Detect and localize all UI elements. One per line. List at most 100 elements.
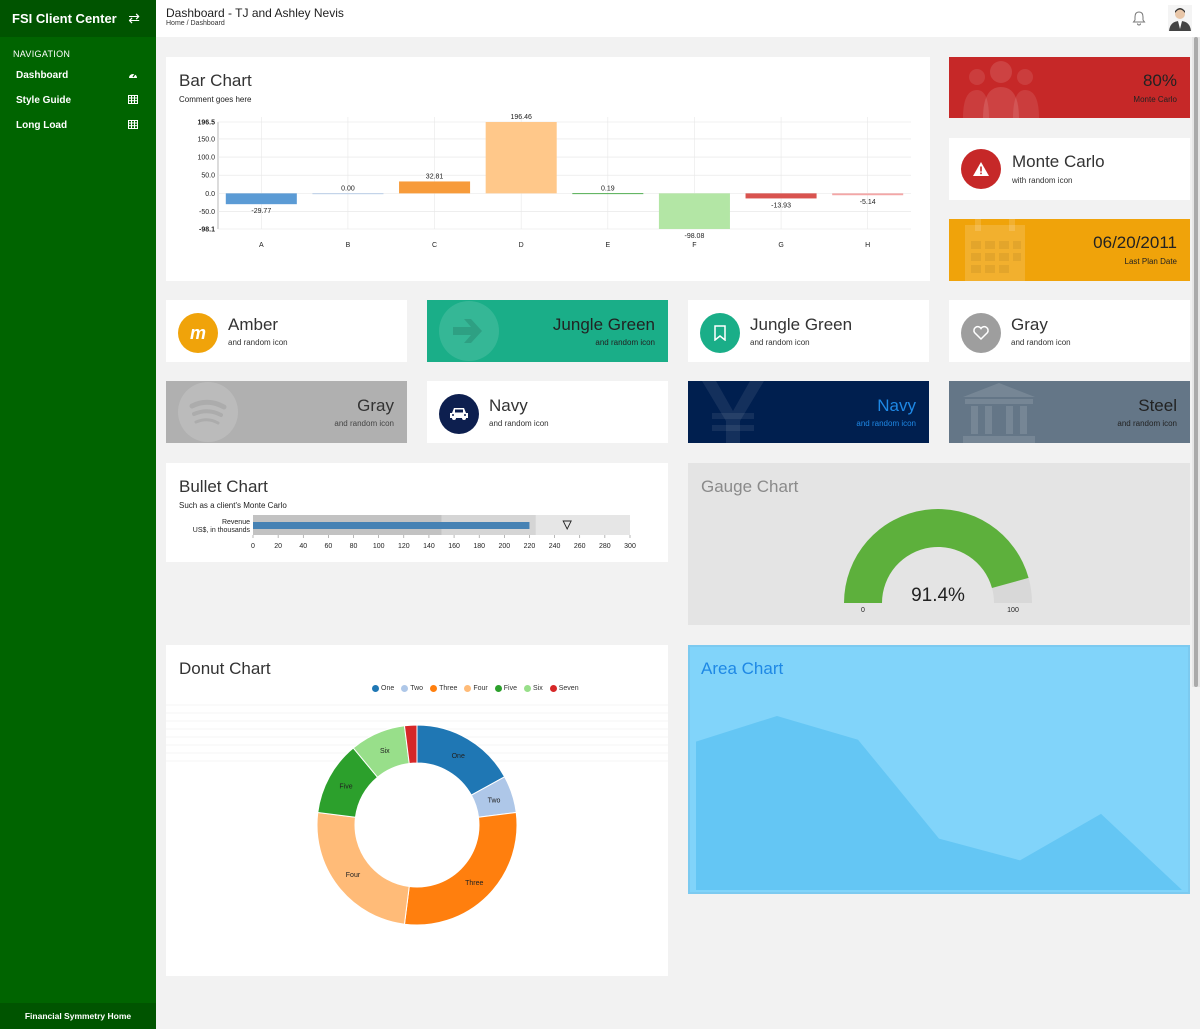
gauge-min-label: 0 — [861, 607, 865, 614]
gray-tile[interactable]: Gray and random icon — [949, 300, 1190, 362]
bar-value-label: 32.81 — [426, 173, 444, 180]
sidebar-item-label: Style Guide — [16, 95, 72, 106]
area-chart — [696, 715, 1182, 890]
tile-subtitle: and random icon — [595, 338, 655, 347]
gray-tile-2[interactable]: Gray and random icon — [166, 381, 407, 443]
bar-G — [745, 193, 817, 199]
avatar[interactable] — [1168, 5, 1192, 31]
bar-value-label: -5.14 — [860, 199, 876, 206]
monte-carlo-percent-tile[interactable]: 80% Monte Carlo — [949, 57, 1190, 118]
donut-chart-card: Donut Chart One Two Three Four Five Six Seven … — [166, 645, 668, 976]
tile-title: Monte Carlo — [1012, 152, 1105, 171]
tile-subtitle: and random icon — [334, 419, 394, 428]
donut-chart: One Two Three Four Five Six — [166, 704, 668, 926]
tile-title: Gray — [357, 396, 394, 415]
swap-icon[interactable]: ⇄ — [128, 10, 140, 27]
bullet-tick-label: 40 — [299, 543, 307, 550]
amber-tile[interactable]: m Amber and random icon — [166, 300, 407, 362]
last-plan-date-tile[interactable]: 06/20/2011 Last Plan Date — [949, 219, 1190, 281]
area-series — [696, 715, 1182, 890]
bar-E — [572, 193, 644, 195]
scrollbar[interactable] — [1192, 37, 1200, 687]
donut-slice-label: Four — [346, 872, 361, 879]
bullet-tick-label: 140 — [423, 543, 435, 550]
sidebar-item-long-load[interactable]: Long Load — [0, 113, 156, 138]
y-tick-label: 150.0 — [197, 136, 215, 143]
bullet-sublabel: US$, in thousands — [193, 527, 251, 534]
footer-link[interactable]: Financial Symmetry Home — [0, 1003, 156, 1029]
tile-title: Navy — [489, 396, 528, 415]
warning-icon — [961, 149, 1001, 189]
y-tick-label: 50.0 — [201, 173, 215, 180]
bullet-tick-label: 120 — [398, 543, 410, 550]
bar-chart-card: Bar Chart Comment goes here 196.5 150.0 10… — [166, 57, 930, 281]
nav-label: NAVIGATION — [13, 49, 71, 59]
bullet-tick-label: 160 — [448, 543, 460, 550]
bar-D — [485, 122, 557, 194]
x-tick-label: F — [692, 242, 696, 249]
users-icon — [963, 61, 1039, 118]
bullet-tick-label: 240 — [549, 543, 561, 550]
x-tick-label: G — [778, 242, 783, 249]
tile-title: Jungle Green — [750, 315, 853, 334]
bell-icon[interactable] — [1132, 10, 1146, 26]
m-logo-icon: m — [178, 313, 218, 353]
breadcrumb[interactable]: Home / Dashboard — [166, 20, 225, 27]
x-tick-label: B — [346, 242, 351, 249]
ruble-icon — [702, 381, 764, 443]
sidebar-item-label: Dashboard — [16, 70, 69, 81]
bullet-measure — [253, 522, 530, 529]
tile-title: Gray — [1011, 315, 1048, 334]
tile-title: Jungle Green — [552, 315, 655, 334]
bullet-tick-label: 20 — [274, 543, 282, 550]
bullet-tick-label: 80 — [350, 543, 358, 550]
donut-slice-label: Six — [380, 748, 390, 755]
tile-title: Steel — [1138, 396, 1177, 415]
app-title[interactable]: FSI Client Center — [12, 11, 117, 26]
topbar: Dashboard - TJ and Ashley Nevis Home / D… — [156, 0, 1200, 37]
arrow-right-icon — [439, 301, 499, 361]
y-tick-label: 100.0 — [197, 155, 215, 162]
donut-slice-label: One — [452, 753, 465, 760]
y-tick-label: -98.1 — [199, 227, 215, 234]
tile-subtitle: and random icon — [228, 338, 288, 347]
donut-slice-four — [316, 811, 410, 925]
jungle-green-tile[interactable]: Jungle Green and random icon — [427, 300, 668, 362]
monte-carlo-tile[interactable]: Monte Carlo with random icon — [949, 138, 1190, 200]
calendar-icon — [965, 219, 1025, 281]
bullet-chart: RevenueUS$, in thousands 0 20 40 60 80 100 120 1… — [193, 515, 636, 550]
tile-value: 80% — [1142, 71, 1177, 90]
sidebar-item-label: Long Load — [16, 120, 68, 131]
bar-value-label: 0.19 — [601, 185, 615, 192]
bar-F — [658, 193, 730, 229]
tile-title: Amber — [228, 315, 279, 334]
donut-slice-three — [403, 811, 518, 926]
bar-value-label: 0.00 — [341, 185, 355, 192]
sidebar-item-style-guide[interactable]: Style Guide — [0, 88, 156, 113]
bullet-tick-label: 280 — [599, 543, 611, 550]
bullet-tick-label: 180 — [473, 543, 485, 550]
sidebar-header: FSI Client Center ⇄ — [0, 0, 156, 37]
jungle-green-tile-2[interactable]: Jungle Green and random icon — [688, 300, 929, 362]
sidebar-item-dashboard[interactable]: Dashboard — [0, 63, 156, 88]
bar-chart: 196.5 150.0 100.0 50.0 0.0 -50.0 -98.1 -29.77 A 0… — [197, 114, 911, 249]
x-tick-label: A — [259, 242, 264, 249]
y-tick-label: 196.5 — [197, 120, 215, 127]
bullet-tick-label: 100 — [373, 543, 385, 550]
tile-title: Navy — [877, 396, 916, 415]
table-icon — [128, 94, 138, 107]
navy-tile[interactable]: Navy and random icon — [427, 381, 668, 443]
tile-subtitle: and random icon — [1011, 338, 1071, 347]
bar-B — [312, 193, 384, 195]
scrollbar-thumb[interactable] — [1194, 37, 1198, 687]
tile-value: 06/20/2011 — [1093, 233, 1177, 252]
steel-tile[interactable]: Steel and random icon — [949, 381, 1190, 443]
spotify-icon — [178, 382, 238, 442]
bar-C — [399, 181, 471, 194]
navy-tile-2[interactable]: Navy and random icon — [688, 381, 929, 443]
tile-subtitle: and random icon — [750, 338, 810, 347]
bar-A — [225, 193, 297, 205]
sidebar: FSI Client Center ⇄ NAVIGATION Dashboard… — [0, 0, 156, 1029]
gauge-chart: 91.4% 0 100 — [844, 509, 1032, 614]
page-title: Dashboard - TJ and Ashley Nevis — [166, 6, 344, 20]
